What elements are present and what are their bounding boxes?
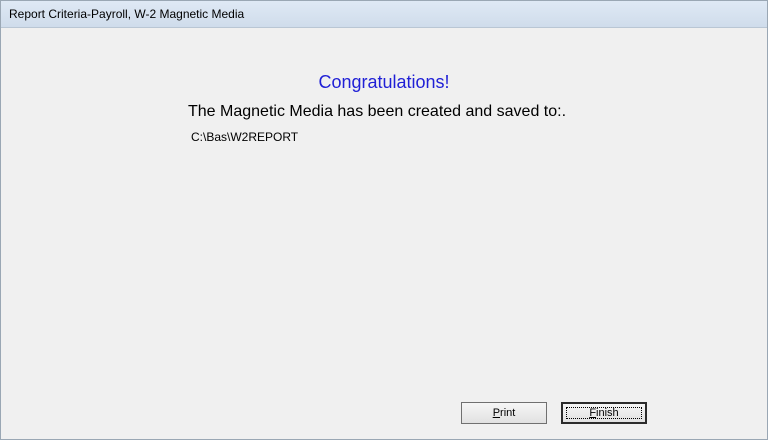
print-label-rest: rint [500,407,516,419]
congratulations-heading: Congratulations! [318,72,450,92]
saved-path: C:\Bas\W2REPORT [191,130,299,144]
print-mnemonic: P [492,407,501,419]
creation-message: The Magnetic Media has been created and … [188,103,567,120]
finish-button[interactable]: Finish [561,402,647,424]
focus-rectangle [566,407,642,419]
print-button[interactable]: Print [461,402,547,424]
dialog-window: Report Criteria-Payroll, W-2 Magnetic Me… [0,0,768,440]
dialog-content: Congratulations! The Magnetic Media has … [1,28,767,439]
title-bar[interactable]: Report Criteria-Payroll, W-2 Magnetic Me… [1,1,767,28]
window-title: Report Criteria-Payroll, W-2 Magnetic Me… [9,7,245,21]
